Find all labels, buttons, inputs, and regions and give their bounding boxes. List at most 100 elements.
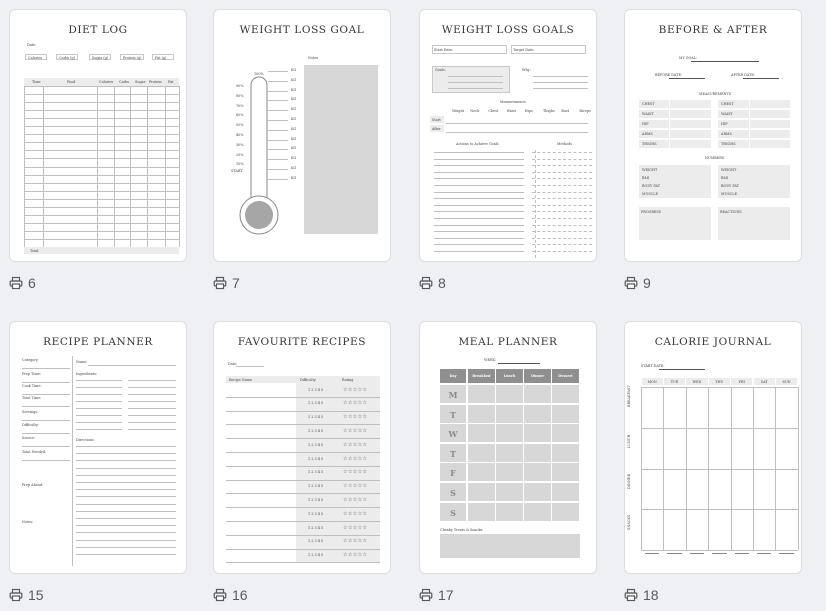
kg-label: KG xyxy=(291,146,297,151)
number-item: WEIGHT xyxy=(721,168,737,172)
day-letter: W xyxy=(448,429,458,440)
day-header: MON xyxy=(647,380,657,384)
meal-column: Day xyxy=(449,374,457,378)
page-thumbnail-weight-loss-goal[interactable]: WEIGHT LOSS GOAL 100% 90% 80% 70% 60% 50% 40%… xyxy=(213,9,391,262)
measurement-item: CHEST xyxy=(721,102,734,106)
page-title: DIET LOG xyxy=(68,24,128,36)
day-letter: S xyxy=(450,507,456,518)
number-item: BODY FAT xyxy=(642,184,660,188)
recipe-field: Notes: xyxy=(22,520,34,524)
number-item: BODY FAT xyxy=(721,184,739,188)
print-icon[interactable] xyxy=(624,588,638,602)
measurement-item: WAIST xyxy=(721,112,733,116)
page-number-7[interactable]: 7 xyxy=(213,275,240,291)
page-title: RECIPE PLANNER xyxy=(43,336,153,348)
measure-col: Neck xyxy=(470,109,480,113)
page-title: WEIGHT LOSS GOAL xyxy=(239,24,365,36)
difficulty-scale: 1 2 3 4 5 xyxy=(308,511,324,516)
rating-stars: ☆☆☆☆☆ xyxy=(343,441,368,448)
print-icon[interactable] xyxy=(624,276,638,290)
recipe-field: Servings: xyxy=(22,410,39,414)
measure-col: Chest xyxy=(488,109,499,113)
notes-box xyxy=(304,65,378,234)
page-number-16[interactable]: 16 xyxy=(213,587,248,603)
percent-label: 10% xyxy=(236,162,244,167)
difficulty-scale: 1 2 3 4 5 xyxy=(308,442,324,447)
difficulty-scale: 1 2 3 4 5 xyxy=(308,456,324,461)
print-icon[interactable] xyxy=(213,276,227,290)
page-number-18[interactable]: 18 xyxy=(624,587,659,603)
measure-col: Bust xyxy=(561,109,569,113)
day-header: FRI xyxy=(738,380,745,384)
meal-label: DINNER xyxy=(627,473,631,489)
day-letter: T xyxy=(450,409,456,420)
difficulty-scale: 1 2 3 4 5 xyxy=(308,401,324,406)
kg-label: KG xyxy=(291,156,297,161)
day-header: SUN xyxy=(782,380,791,384)
page-thumbnail-before-after[interactable]: BEFORE & AFTER MY GOAL: BEFORE DATE: AFT… xyxy=(624,9,802,262)
measure-col: Waist xyxy=(506,109,516,113)
recipe-field: Cook Time: xyxy=(22,384,42,388)
rating-stars: ☆☆☆☆☆ xyxy=(343,400,368,407)
measure-col: Weight xyxy=(452,109,465,113)
kg-label: KG xyxy=(291,136,297,141)
day-header: SAT xyxy=(760,380,768,384)
kg-label: KG xyxy=(291,117,297,121)
difficulty-scale: 1 2 3 4 5 xyxy=(308,470,324,475)
page-number-17[interactable]: 17 xyxy=(419,587,454,603)
rating-stars: ☆☆☆☆☆ xyxy=(343,483,368,490)
day-letter: S xyxy=(450,488,456,498)
measurement-item: WAIST xyxy=(642,112,654,116)
snacks-box xyxy=(440,534,580,558)
page-thumbnail-weight-loss-goals[interactable]: WEIGHT LOSS GOALS Start Date: Target Dat… xyxy=(419,9,597,262)
difficulty-scale: 1 2 3 4 5 xyxy=(308,497,324,502)
page-number-8[interactable]: 8 xyxy=(419,275,446,291)
kg-label: KG xyxy=(291,87,297,92)
day-header: WED xyxy=(692,380,702,384)
percent-label: 60% xyxy=(236,113,244,118)
rating-stars: ☆☆☆☆☆ xyxy=(343,524,368,531)
print-icon[interactable] xyxy=(419,588,433,602)
meal-column: Lunch xyxy=(503,374,516,378)
difficulty-scale: 1 2 3 4 5 xyxy=(308,484,324,489)
kg-label: KG xyxy=(291,77,297,82)
difficulty-scale: 1 2 3 4 5 xyxy=(308,428,324,433)
page-number-9[interactable]: 9 xyxy=(624,275,651,291)
measurement-item: HIP xyxy=(721,122,728,126)
day-header: THU xyxy=(715,380,724,384)
percent-label: 30% xyxy=(236,142,244,147)
number-item: BMI xyxy=(642,176,650,180)
rating-stars: ☆☆☆☆☆ xyxy=(343,414,368,421)
print-icon[interactable] xyxy=(419,276,433,290)
print-icon[interactable] xyxy=(9,276,23,290)
page-thumbnail-meal-planner[interactable]: MEAL PLANNER WEEK: Day Breakfast Lunch Dinn… xyxy=(419,321,597,574)
rating-stars: ☆☆☆☆☆ xyxy=(343,538,368,545)
meal-column: Dessert xyxy=(558,374,573,378)
page-thumbnail-recipe-planner[interactable]: RECIPE PLANNER Category: Prep Time: Cook T… xyxy=(9,321,187,574)
page-title: WEIGHT LOSS GOALS xyxy=(441,24,575,36)
print-icon[interactable] xyxy=(213,588,227,602)
day-header: TUE xyxy=(670,380,679,384)
measure-col: Thighs xyxy=(543,109,555,113)
page-title: BEFORE & AFTER xyxy=(658,24,768,36)
page-thumbnail-favourite-recipes[interactable]: FAVOURITE RECIPES Date: Recipe Name Diff… xyxy=(213,321,391,574)
rating-stars: ☆☆☆☆☆ xyxy=(343,510,368,517)
percent-label: 80% xyxy=(236,93,244,98)
page-number-6[interactable]: 6 xyxy=(9,275,36,291)
measurement-item: CHEST xyxy=(642,102,655,106)
page-number-15[interactable]: 15 xyxy=(9,587,44,603)
recipe-field: Total Needed: xyxy=(22,450,47,454)
meal-label: LUNCH xyxy=(627,434,631,449)
recipe-field: Prep Time: xyxy=(22,372,41,376)
difficulty-scale: 1 2 3 4 5 xyxy=(308,387,324,392)
meal-column: Dinner xyxy=(530,374,545,378)
print-icon[interactable] xyxy=(9,588,23,602)
page-thumbnail-diet-log[interactable]: DIET LOG Date: Calories Carbs (g) Sugar … xyxy=(9,9,187,262)
measure-col: Hips xyxy=(524,109,533,113)
number-item: MUSCLE xyxy=(721,192,737,196)
day-letter: F xyxy=(450,468,456,479)
page-thumbnail-calorie-journal[interactable]: CALORIE JOURNAL START DATE: MON TUE WED THU… xyxy=(624,321,802,574)
kg-label: KG xyxy=(291,166,297,170)
kg-label: KG xyxy=(291,126,297,131)
day-letter: T xyxy=(450,448,456,459)
